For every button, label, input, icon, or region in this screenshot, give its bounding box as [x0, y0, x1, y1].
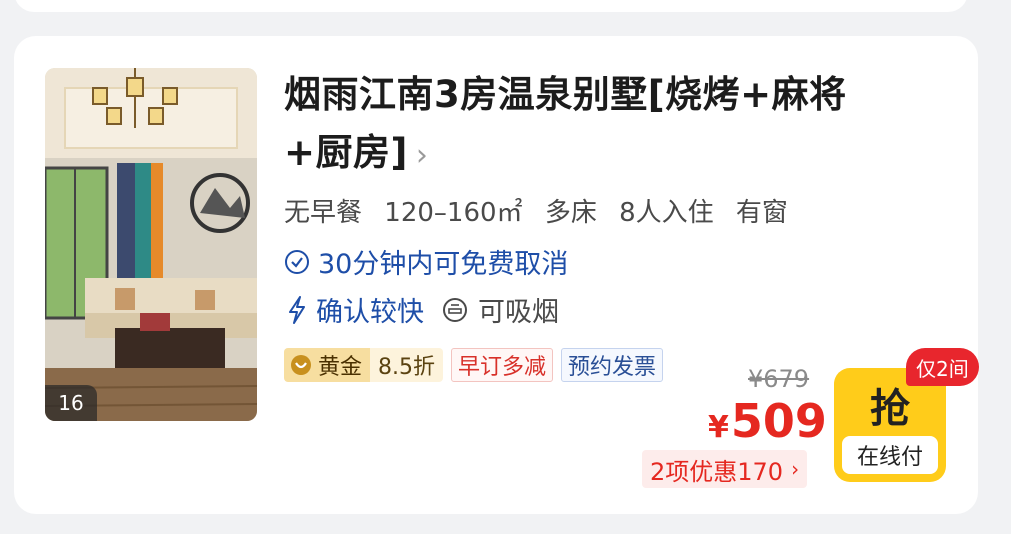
check-circle-icon	[285, 249, 309, 274]
smoking-icon	[443, 297, 467, 322]
cancel-policy-text: 30分钟内可免费取消	[318, 249, 569, 280]
spec-window: 有窗	[735, 198, 788, 228]
previous-card	[14, 0, 968, 12]
room-specs: 无早餐 120–160㎡ 多床 8人入住 有窗	[284, 192, 802, 229]
lightning-icon	[289, 295, 305, 324]
spec-bed: 多床	[544, 198, 597, 228]
smoking-policy-text: 可吸烟	[478, 297, 559, 328]
promo-tags: 黄金 8.5折 早订多减 预约发票	[284, 348, 664, 382]
spec-occupancy: 8人入住	[619, 198, 714, 228]
room-title[interactable]: 烟雨江南3房温泉别墅[烧烤+麻将+厨房] ›	[284, 66, 914, 185]
room-title-text: 烟雨江南3房温泉别墅[烧烤+麻将+厨房]	[284, 73, 847, 174]
discount-details-link[interactable]: 2项优惠170 ›	[642, 450, 808, 488]
currency-symbol: ¥	[708, 410, 729, 445]
gold-member-tag: 黄金 8.5折	[284, 348, 444, 382]
gold-discount-label: 8.5折	[370, 348, 444, 382]
scarcity-badge: 仅2间	[906, 348, 979, 386]
spec-area: 120–160㎡	[384, 198, 523, 228]
photo-count-badge: 16	[45, 385, 97, 421]
confirm-speed-text: 确认较快	[316, 297, 424, 328]
spec-breakfast: 无早餐	[284, 198, 363, 228]
chevron-right-icon: ›	[415, 138, 429, 173]
confirm-speed: 确认较快	[288, 290, 424, 329]
smoking-policy: 可吸烟	[442, 290, 559, 329]
discount-summary: 2项优惠170	[650, 457, 784, 486]
heart-badge-icon	[291, 355, 311, 375]
price-value: 509	[730, 394, 827, 448]
payment-type-label: 在线付	[842, 436, 938, 474]
gold-level-label: 黄金	[318, 355, 363, 380]
invoice-tag: 预约发票	[561, 348, 664, 382]
current-price: ¥ 509	[708, 394, 827, 448]
chevron-right-icon: ›	[791, 457, 800, 481]
original-price: ¥679	[748, 365, 810, 393]
room-features: 确认较快 可吸烟	[288, 290, 559, 329]
room-photo[interactable]: 16	[45, 68, 257, 421]
cancel-policy[interactable]: 30分钟内可免费取消	[284, 242, 568, 281]
early-booking-tag: 早订多减	[451, 348, 554, 382]
room-photo-image	[45, 68, 257, 421]
